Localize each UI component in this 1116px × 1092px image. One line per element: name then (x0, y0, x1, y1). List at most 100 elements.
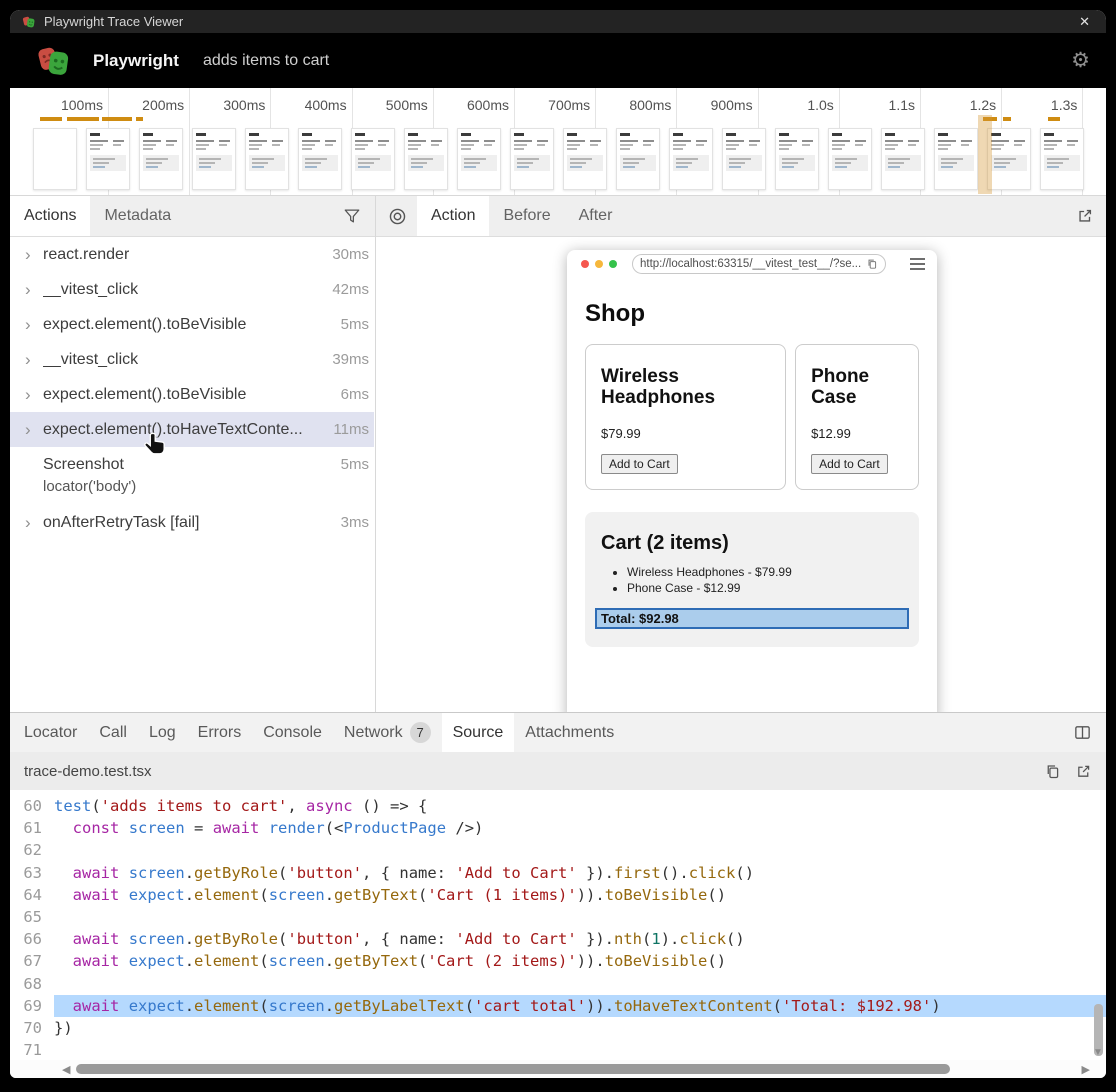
chevron-right-icon[interactable]: › (25, 421, 43, 438)
open-source-external-icon[interactable] (1075, 763, 1092, 780)
film-strip-frame[interactable] (510, 128, 554, 190)
settings-gear-icon[interactable]: ⚙ (1071, 50, 1090, 71)
action-row[interactable]: ›expect.element().toBeVisible 5ms (10, 307, 374, 342)
film-strip-frame[interactable] (563, 128, 607, 190)
action-label: __vitest_click (43, 281, 138, 299)
film-strip-frame[interactable] (86, 128, 130, 190)
film-strip-frame[interactable] (616, 128, 660, 190)
copy-source-icon[interactable] (1044, 763, 1061, 780)
tab-network[interactable]: Network 7 (333, 713, 442, 752)
snapshot-toolbar: Action Before After (376, 196, 1106, 237)
tab-call[interactable]: Call (88, 713, 138, 752)
tab-action[interactable]: Action (417, 196, 489, 236)
tab-label: Call (99, 724, 127, 742)
tab-actions[interactable]: Actions (10, 196, 90, 236)
code-text (54, 906, 1106, 928)
copy-url-icon[interactable] (866, 258, 878, 270)
horizontal-scroll-thumb[interactable] (76, 1064, 950, 1074)
target-icon[interactable] (388, 207, 407, 226)
tab-locator[interactable]: Locator (13, 713, 88, 752)
code-text: const screen = await render(<ProductPage… (54, 817, 1106, 839)
action-label: onAfterRetryTask [fail] (43, 514, 200, 532)
tab-label: Locator (24, 724, 77, 742)
details-tabbar: Locator Call Log Errors Console Network … (10, 712, 1106, 752)
action-duration: 5ms (333, 316, 369, 333)
tab-after[interactable]: After (565, 196, 627, 236)
product-cards: Wireless Headphones $79.99 Add to Cart P… (585, 344, 919, 490)
film-strip-frame[interactable] (192, 128, 236, 190)
source-file-header: trace-demo.test.tsx (10, 752, 1106, 790)
chevron-right-icon[interactable]: › (25, 386, 43, 403)
action-row[interactable]: ›onAfterRetryTask [fail]3ms (10, 505, 374, 540)
code-line: 67 await expect.element(screen.getByText… (10, 950, 1106, 972)
tab-source[interactable]: Source (442, 713, 515, 752)
action-row[interactable]: ›__vitest_click42ms (10, 272, 374, 307)
film-strip-frame[interactable] (987, 128, 1031, 190)
tab-errors[interactable]: Errors (187, 713, 253, 752)
app-title: Playwright (93, 51, 179, 71)
action-label: expect.element().toBeVisible (43, 386, 246, 404)
film-strip-frame[interactable] (404, 128, 448, 190)
action-row[interactable]: ›expect.element().toHaveTextConte...11ms (10, 412, 374, 447)
film-strip-frame[interactable] (245, 128, 289, 190)
film-strip-frame[interactable] (1040, 128, 1084, 190)
action-row-main: ›expect.element().toBeVisible 5ms (10, 307, 374, 342)
open-external-icon[interactable] (1076, 207, 1094, 225)
tab-before[interactable]: Before (489, 196, 564, 236)
cart-item: Wireless Headphones - $79.99 (627, 565, 903, 579)
code-horizontal-scrollbar[interactable]: ◀ ▶ (10, 1060, 1106, 1078)
timeline-tick-label: 600ms (433, 97, 509, 113)
film-strip-frame[interactable] (881, 128, 925, 190)
film-strip-frame[interactable] (828, 128, 872, 190)
timeline-action-bar (1003, 117, 1011, 121)
code-vertical-scrollbar[interactable]: ▼ (1092, 792, 1105, 1058)
film-strip-frame[interactable] (669, 128, 713, 190)
test-name: adds items to cart (203, 52, 329, 70)
film-strip-frame[interactable] (722, 128, 766, 190)
timeline-strip[interactable]: 100ms200ms300ms400ms500ms600ms700ms800ms… (10, 88, 1106, 196)
action-row[interactable]: ›__vitest_click39ms (10, 342, 374, 377)
film-strip-frame[interactable] (139, 128, 183, 190)
film-strip-frame[interactable] (351, 128, 395, 190)
film-strip-frame[interactable] (298, 128, 342, 190)
add-to-cart-button[interactable]: Add to Cart (811, 454, 888, 474)
timeline-selected-range[interactable] (978, 115, 992, 194)
tab-log[interactable]: Log (138, 713, 187, 752)
code-line: 61 const screen = await render(<ProductP… (10, 817, 1106, 839)
action-row[interactable]: Screenshot5mslocator('body') (10, 447, 374, 505)
tab-metadata[interactable]: Metadata (90, 196, 185, 236)
network-count-badge: 7 (410, 722, 431, 743)
film-strip-frame[interactable] (934, 128, 978, 190)
trace-viewer-window: Playwright Trace Viewer ✕ Playwright add… (10, 10, 1106, 1078)
split-view-icon[interactable] (1073, 723, 1092, 742)
line-number: 70 (10, 1017, 54, 1039)
close-icon[interactable]: ✕ (1075, 14, 1094, 30)
chevron-right-icon[interactable]: › (25, 316, 43, 333)
tab-attachments[interactable]: Attachments (514, 713, 625, 752)
product-name: Wireless Headphones (601, 366, 770, 408)
chevron-right-icon[interactable]: › (25, 246, 43, 263)
scroll-down-icon[interactable]: ▼ (1093, 1047, 1103, 1058)
product-name: Phone Case (811, 366, 903, 408)
film-strip-frame[interactable] (775, 128, 819, 190)
scroll-left-icon[interactable]: ◀ (62, 1063, 70, 1076)
shop-heading: Shop (585, 300, 919, 328)
action-row[interactable]: ›react.render30ms (10, 237, 374, 272)
action-row-main: ›onAfterRetryTask [fail]3ms (10, 505, 374, 540)
film-strip-frame[interactable] (33, 128, 77, 190)
chevron-right-icon[interactable]: › (25, 281, 43, 298)
tab-console[interactable]: Console (252, 713, 333, 752)
chevron-right-icon[interactable]: › (25, 351, 43, 368)
filter-icon[interactable] (343, 207, 361, 225)
add-to-cart-button[interactable]: Add to Cart (601, 454, 678, 474)
action-label: expect.element().toBeVisible (43, 316, 246, 334)
line-number: 61 (10, 817, 54, 839)
scroll-right-icon[interactable]: ▶ (1082, 1063, 1090, 1076)
timeline-action-bar (102, 117, 132, 121)
chevron-right-icon[interactable]: › (25, 514, 43, 531)
cart-list: Wireless Headphones - $79.99Phone Case -… (601, 565, 903, 595)
film-strip-frame[interactable] (457, 128, 501, 190)
action-row[interactable]: ›expect.element().toBeVisible6ms (10, 377, 374, 412)
timeline-action-bar (1048, 117, 1060, 121)
timeline-tick-label: 1.2s (920, 97, 996, 113)
